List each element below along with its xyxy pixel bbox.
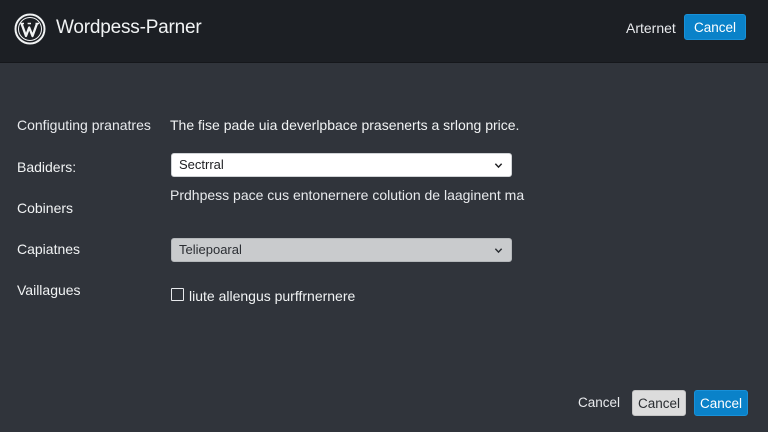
footer-cancel-link[interactable]: Cancel	[572, 390, 626, 416]
section-description: The fise pade uia deverlpbace prasenerts…	[170, 117, 520, 133]
app-title: Wordpess-Parner	[56, 17, 202, 38]
field-label-capiatnes: Capiatnes	[17, 241, 81, 257]
wordpress-logo-icon[interactable]	[14, 13, 46, 45]
chevron-down-icon	[494, 248, 503, 254]
capiatnes-select-value: Teliepoaral	[179, 242, 242, 257]
vaillagues-checkbox[interactable]	[171, 288, 184, 301]
badiders-select[interactable]: Sectrral	[171, 153, 512, 177]
header-link[interactable]: Arternet	[626, 20, 676, 36]
header-cancel-button[interactable]: Cancel	[684, 14, 746, 40]
footer-cancel-secondary-button[interactable]: Cancel	[632, 390, 686, 416]
field-label-vaillagues: Vaillagues	[17, 282, 81, 298]
app-header: Wordpess-Parner Arternet Cancel	[0, 0, 768, 62]
badiders-select-value: Sectrral	[179, 157, 224, 172]
footer-cancel-primary-button[interactable]: Cancel	[694, 390, 748, 416]
vaillagues-checkbox-label[interactable]: liute allengus purffrnernere	[189, 288, 355, 304]
section-heading: Configuting pranatres	[17, 117, 151, 133]
capiatnes-select[interactable]: Teliepoaral	[171, 238, 512, 262]
chevron-down-icon	[494, 163, 503, 169]
field-label-cobiners: Cobiners	[17, 200, 74, 216]
cobiners-helper-text: Prdhpess pace cus entonernere colution d…	[170, 187, 525, 203]
field-label-badiders: Badiders:	[17, 159, 77, 175]
